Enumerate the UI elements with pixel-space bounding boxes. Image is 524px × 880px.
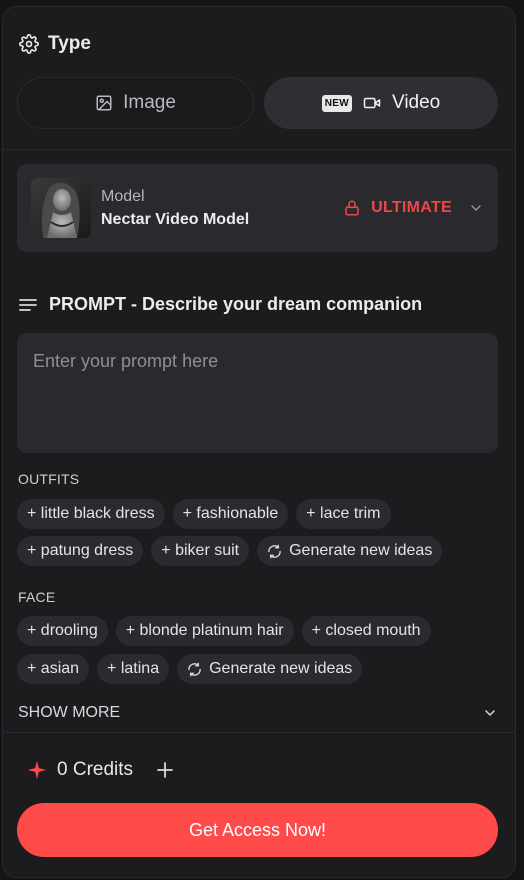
face-chips-row-1: + drooling + blonde platinum hair + clos… — [17, 616, 431, 646]
text-lines-icon — [19, 298, 37, 312]
show-more-toggle[interactable]: SHOW MORE — [18, 704, 498, 722]
model-thumbnail — [31, 178, 91, 238]
outfit-chip[interactable]: + biker suit — [151, 536, 250, 566]
generate-outfit-ideas-button[interactable]: Generate new ideas — [257, 536, 443, 566]
add-credits-button[interactable] — [157, 762, 173, 778]
generate-ideas-label: Generate new ideas — [289, 542, 433, 559]
new-badge: NEW — [321, 94, 352, 112]
outfits-chips-row-2: + patung dress + biker suit Generate new… — [17, 536, 443, 566]
face-chip[interactable]: + asian — [17, 654, 90, 684]
face-chip[interactable]: + closed mouth — [301, 616, 431, 646]
face-label: FACE — [18, 589, 56, 605]
tier-label: ULTIMATE — [371, 199, 452, 216]
divider — [3, 149, 515, 150]
video-toggle-label: Video — [391, 92, 441, 113]
outfit-chip[interactable]: + lace trim — [296, 499, 391, 529]
face-chip[interactable]: + drooling — [17, 616, 108, 646]
generate-face-ideas-button[interactable]: Generate new ideas — [177, 654, 363, 684]
model-label: Model — [101, 187, 145, 205]
credits-text: 0 Credits — [57, 759, 134, 780]
type-title: Type — [48, 33, 91, 54]
outfits-chips-row-1: + little black dress + fashionable + lac… — [17, 499, 391, 529]
face-chip[interactable]: + latina — [97, 654, 170, 684]
prompt-header: PROMPT - Describe your dream companion — [19, 294, 422, 315]
chevron-down-icon — [468, 200, 484, 216]
refresh-icon — [187, 662, 202, 677]
get-access-button[interactable]: Get Access Now! — [17, 803, 498, 857]
video-camera-icon — [362, 94, 382, 112]
model-info: Model Nectar Video Model — [101, 188, 249, 229]
type-header: Type — [19, 33, 91, 55]
show-more-label: SHOW MORE — [18, 704, 121, 721]
image-icon — [95, 94, 113, 112]
model-tier: ULTIMATE — [343, 198, 484, 218]
outfit-chip[interactable]: + little black dress — [17, 499, 165, 529]
face-chip[interactable]: + blonde platinum hair — [115, 616, 294, 646]
credits-display: 0 Credits — [27, 759, 173, 781]
gear-icon — [19, 34, 39, 54]
video-toggle-button[interactable]: NEW Video — [264, 77, 498, 129]
outfit-chip[interactable]: + fashionable — [172, 499, 289, 529]
model-name: Nectar Video Model — [101, 210, 250, 228]
divider — [3, 732, 515, 733]
prompt-input[interactable] — [17, 333, 498, 453]
lock-icon — [343, 198, 361, 218]
face-chips-row-2: + asian + latina Generate new ideas — [17, 654, 363, 684]
model-selector[interactable]: Model Nectar Video Model ULTIMATE — [17, 164, 498, 252]
outfit-chip[interactable]: + patung dress — [17, 536, 144, 566]
chevron-down-icon — [482, 705, 498, 721]
image-toggle-button[interactable]: Image — [17, 77, 254, 129]
refresh-icon — [267, 544, 282, 559]
generate-ideas-label: Generate new ideas — [209, 660, 353, 677]
generator-panel: Type Image NEW Video Model Nectar Video … — [2, 6, 516, 878]
plus-icon — [157, 762, 173, 778]
sparkle-icon — [27, 760, 47, 780]
image-toggle-label: Image — [123, 92, 176, 113]
outfits-label: OUTFITS — [18, 471, 80, 487]
prompt-title: PROMPT - Describe your dream companion — [49, 294, 423, 314]
